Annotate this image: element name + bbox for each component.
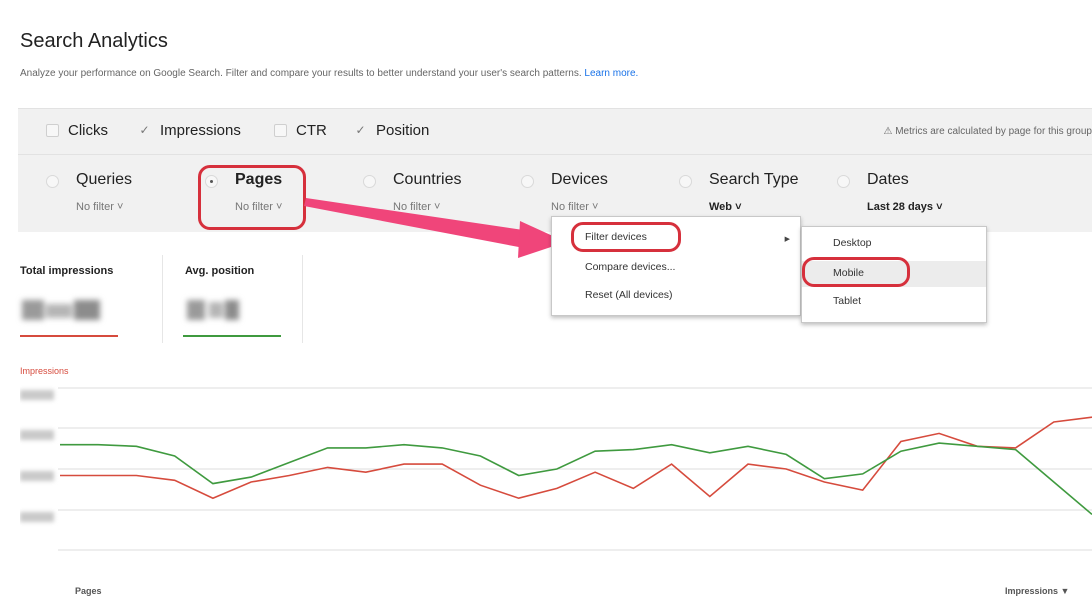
arrow-to-filter-devices — [304, 198, 530, 248]
submenu-item-tablet[interactable]: Tablet — [802, 295, 986, 307]
menu-item-compare-devices[interactable]: Compare devices... — [552, 261, 800, 273]
menu-item-label: Compare devices... — [585, 261, 676, 273]
menu-item-label: Reset (All devices) — [585, 289, 673, 301]
submenu-item-label: Tablet — [833, 295, 862, 307]
highlight-mobile — [802, 257, 910, 287]
submenu-item-desktop[interactable]: Desktop — [802, 237, 986, 249]
submenu-item-label: Desktop — [833, 237, 872, 249]
menu-item-reset-devices[interactable]: Reset (All devices) — [552, 289, 800, 301]
submenu-arrow-icon: ▶ — [784, 236, 790, 243]
highlight-filter-devices — [571, 222, 681, 252]
